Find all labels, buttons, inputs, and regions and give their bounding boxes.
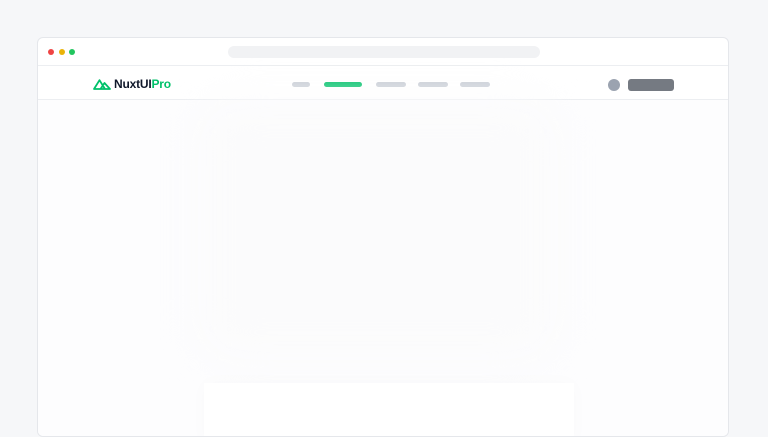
brand-name-nuxtui: NuxtUI xyxy=(114,77,152,91)
minimize-window-button[interactable] xyxy=(59,49,65,55)
header-action-button[interactable] xyxy=(628,79,674,91)
nav-link-4[interactable] xyxy=(418,82,448,87)
address-bar[interactable] xyxy=(228,46,540,58)
brand-name-pro: Pro xyxy=(151,77,171,91)
browser-window: NuxtUIPro xyxy=(37,37,729,437)
brand-name: NuxtUIPro xyxy=(114,77,171,91)
avatar[interactable] xyxy=(608,79,620,91)
maximize-window-button[interactable] xyxy=(69,49,75,55)
brand-logo[interactable]: NuxtUIPro xyxy=(93,77,171,91)
nav-link-2-active[interactable] xyxy=(324,82,362,87)
close-window-button[interactable] xyxy=(48,49,54,55)
content-card xyxy=(204,383,574,436)
nav-link-3[interactable] xyxy=(376,82,406,87)
hero-section xyxy=(198,100,558,360)
nav-link-1[interactable] xyxy=(292,82,310,87)
nuxt-mountain-icon xyxy=(93,78,111,90)
browser-titlebar xyxy=(38,38,728,66)
nav-link-5[interactable] xyxy=(460,82,490,87)
page-content xyxy=(38,100,728,436)
site-header: NuxtUIPro xyxy=(38,66,728,100)
